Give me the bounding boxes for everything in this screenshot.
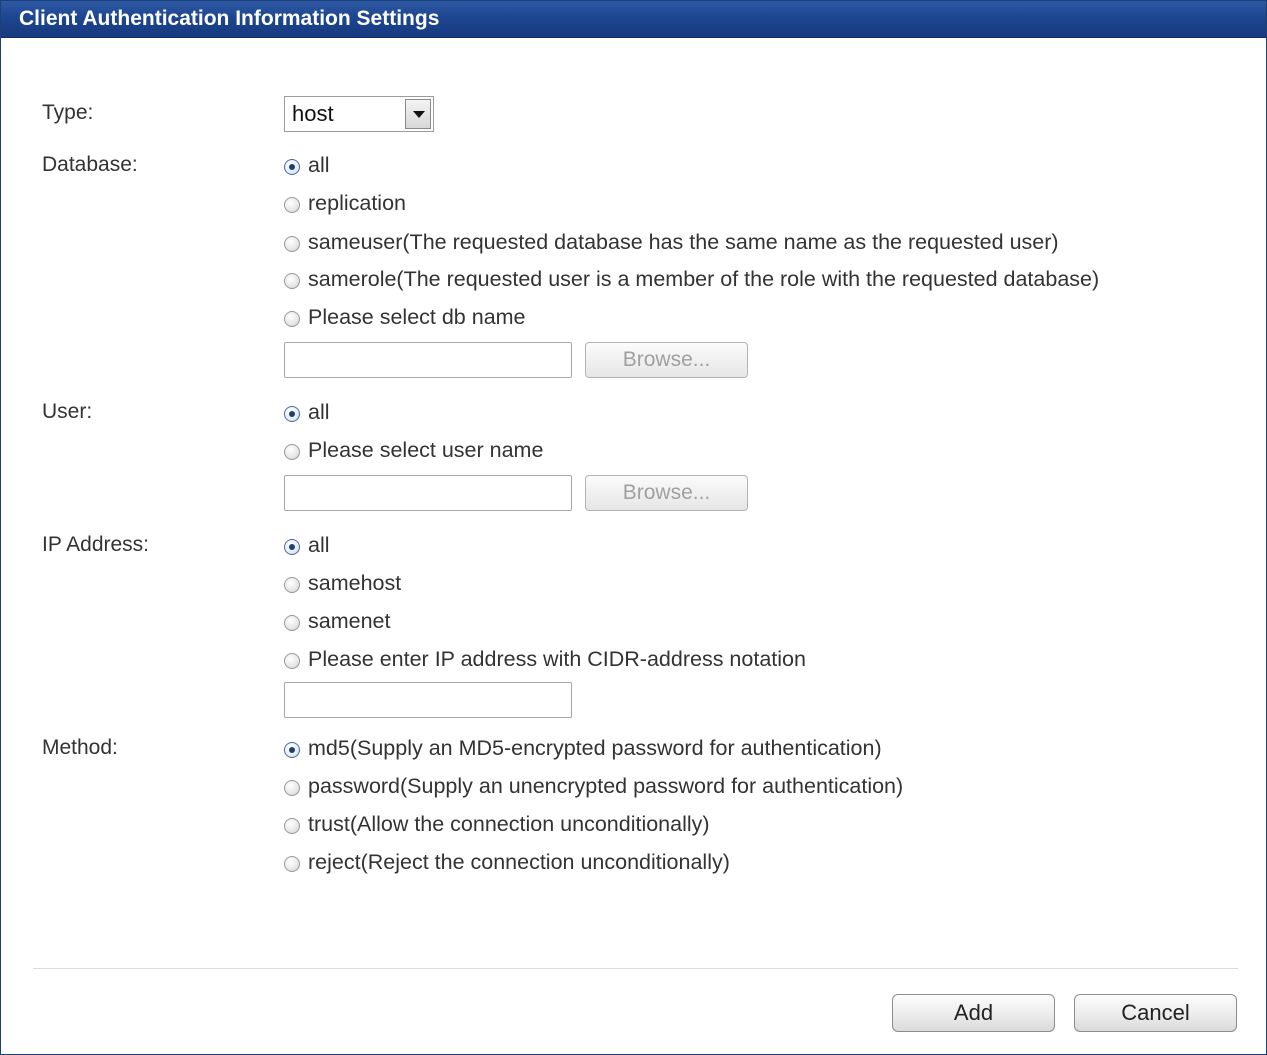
radio-label: samerole(The requested user is a member … xyxy=(308,266,1100,291)
type-select[interactable]: host xyxy=(284,96,434,132)
database-label: Database: xyxy=(42,153,138,176)
radio-label: reject(Reject the connection uncondition… xyxy=(308,849,730,874)
method-option-reject[interactable]: reject(Reject the connection uncondition… xyxy=(284,849,730,875)
chevron-down-icon[interactable] xyxy=(405,99,431,129)
ip-address-label: IP Address: xyxy=(42,533,150,556)
client-auth-settings-dialog: Client Authentication Information Settin… xyxy=(0,0,1267,1055)
database-option-select-db[interactable]: Please select db name xyxy=(284,304,526,330)
cidr-input[interactable] xyxy=(284,682,572,718)
ip-option-samehost[interactable]: samehost xyxy=(284,570,401,596)
radio-label: Please select db name xyxy=(308,304,526,329)
method-option-trust[interactable]: trust(Allow the connection unconditional… xyxy=(284,811,710,837)
db-browse-button[interactable]: Browse... xyxy=(585,342,748,378)
dialog-title: Client Authentication Information Settin… xyxy=(1,1,1266,38)
cancel-button[interactable]: Cancel xyxy=(1074,994,1237,1032)
radio-label: Please select user name xyxy=(308,437,544,462)
database-option-sameuser[interactable]: sameuser(The requested database has the … xyxy=(284,229,1059,255)
method-option-password[interactable]: password(Supply an unencrypted password … xyxy=(284,773,903,799)
footer-divider xyxy=(33,968,1238,969)
radio-button[interactable] xyxy=(284,615,300,631)
radio-button[interactable] xyxy=(284,197,300,213)
radio-button[interactable] xyxy=(284,273,300,289)
radio-button[interactable] xyxy=(284,818,300,834)
method-label: Method: xyxy=(42,736,118,759)
radio-label: samenet xyxy=(308,608,391,633)
radio-label: password(Supply an unencrypted password … xyxy=(308,773,904,798)
radio-label: Please enter IP address with CIDR-addres… xyxy=(308,646,806,671)
radio-label: all xyxy=(308,399,330,424)
ip-option-samenet[interactable]: samenet xyxy=(284,608,390,634)
database-option-replication[interactable]: replication xyxy=(284,190,406,216)
user-browse-button[interactable]: Browse... xyxy=(585,475,748,511)
radio-button[interactable] xyxy=(284,856,300,872)
add-button[interactable]: Add xyxy=(892,994,1055,1032)
user-option-all[interactable]: all xyxy=(284,399,330,425)
radio-label: samehost xyxy=(308,570,402,595)
user-name-input[interactable] xyxy=(284,475,572,511)
radio-label: md5(Supply an MD5-encrypted password for… xyxy=(308,735,882,760)
radio-button[interactable] xyxy=(284,311,300,327)
type-label: Type: xyxy=(42,101,94,124)
type-select-value: host xyxy=(292,101,334,126)
radio-label: replication xyxy=(308,190,406,215)
db-name-input[interactable] xyxy=(284,342,572,378)
radio-button[interactable] xyxy=(284,653,300,669)
radio-button[interactable] xyxy=(284,444,300,460)
radio-button[interactable] xyxy=(284,780,300,796)
radio-button-checked[interactable] xyxy=(284,539,300,555)
radio-label: sameuser(The requested database has the … xyxy=(308,229,1059,254)
radio-label: all xyxy=(308,152,330,177)
radio-label: all xyxy=(308,532,330,557)
radio-button-checked[interactable] xyxy=(284,159,300,175)
radio-button-checked[interactable] xyxy=(284,742,300,758)
database-option-samerole[interactable]: samerole(The requested user is a member … xyxy=(284,266,1099,292)
database-option-all[interactable]: all xyxy=(284,152,330,178)
radio-label: trust(Allow the connection unconditional… xyxy=(308,811,710,836)
ip-option-cidr[interactable]: Please enter IP address with CIDR-addres… xyxy=(284,646,806,672)
user-label: User: xyxy=(42,400,93,423)
radio-button-checked[interactable] xyxy=(284,406,300,422)
method-option-md5[interactable]: md5(Supply an MD5-encrypted password for… xyxy=(284,735,882,761)
ip-option-all[interactable]: all xyxy=(284,532,330,558)
radio-button[interactable] xyxy=(284,577,300,593)
user-option-select-user[interactable]: Please select user name xyxy=(284,437,543,463)
radio-button[interactable] xyxy=(284,236,300,252)
